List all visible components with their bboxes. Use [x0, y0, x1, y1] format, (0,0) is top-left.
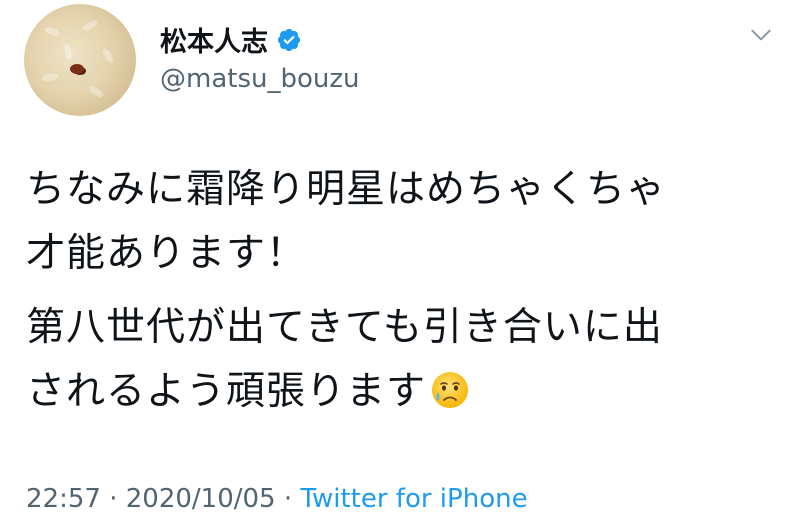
- author-name-row: 松本人志: [160, 20, 302, 59]
- rice-grain: [41, 72, 59, 83]
- bug-speck: [70, 64, 84, 74]
- crying-face-emoji: [432, 372, 469, 408]
- tweet-time[interactable]: 22:57: [26, 484, 101, 514]
- tweet-meta: 22:57 · 2020/10/05 · Twitter for iPhone: [26, 484, 528, 514]
- tweet-source-link[interactable]: Twitter for iPhone: [300, 484, 527, 514]
- rice-grain: [81, 18, 99, 33]
- tweet-line: されるよう頑張ります: [26, 369, 427, 414]
- rice-grain: [100, 46, 116, 65]
- avatar[interactable]: [24, 4, 136, 116]
- tweet-line: 才能あります！: [26, 231, 307, 276]
- tweet-date[interactable]: 2020/10/05: [126, 484, 276, 514]
- display-name[interactable]: 松本人志: [160, 20, 268, 59]
- tweet-line: ちなみに霜降り明星はめちゃくちゃ: [26, 167, 667, 212]
- chevron-down-icon[interactable]: [748, 22, 774, 48]
- meta-separator: ·: [100, 484, 126, 514]
- tweet-paragraph: ちなみに霜降り明星はめちゃくちゃ 才能あります！: [26, 158, 776, 286]
- author-handle[interactable]: @matsu_bouzu: [160, 64, 360, 94]
- tweet-text: ちなみに霜降り明星はめちゃくちゃ 才能あります！ 第八世代が出てきても引き合いに…: [26, 158, 776, 424]
- verified-badge-icon: [277, 28, 301, 51]
- tweet-paragraph: 第八世代が出てきても引き合いに出 されるよう頑張ります: [26, 296, 776, 424]
- meta-separator: ·: [275, 484, 301, 514]
- rice-grain: [87, 84, 105, 99]
- tweet-line: 第八世代が出てきても引き合いに出: [26, 305, 663, 350]
- rice-grain: [63, 43, 73, 60]
- rice-grain: [43, 25, 61, 38]
